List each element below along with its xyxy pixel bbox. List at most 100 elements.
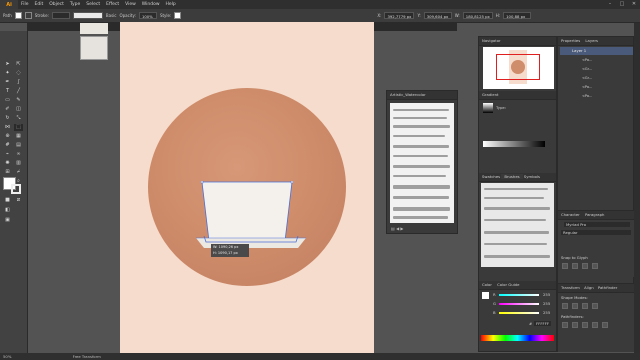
- current-tool-status[interactable]: Free Transform: [13, 354, 101, 359]
- library-menu-icon[interactable]: ▤: [391, 226, 395, 231]
- navigator-preview[interactable]: [483, 47, 554, 89]
- brush-stroke[interactable]: [393, 117, 447, 119]
- width-tool-icon[interactable]: ⋈: [3, 124, 12, 131]
- trim-icon[interactable]: [572, 322, 578, 328]
- menu-help[interactable]: Help: [163, 2, 179, 7]
- menu-file[interactable]: File: [18, 2, 32, 7]
- fill-swatch[interactable]: [14, 12, 22, 19]
- brush-stroke[interactable]: [393, 125, 450, 128]
- snap-option-icon[interactable]: [572, 263, 578, 269]
- tab-paragraph[interactable]: Paragraph: [581, 212, 604, 217]
- navigator-tab[interactable]: Navigator: [479, 37, 556, 46]
- y-field[interactable]: 309,604 px: [423, 12, 452, 19]
- brush-stroke[interactable]: [484, 243, 547, 245]
- brush-stroke[interactable]: [393, 109, 449, 111]
- screen-mode-icon[interactable]: ▣: [3, 217, 12, 224]
- tab-pathfinder[interactable]: Pathfinder: [595, 285, 617, 290]
- pen-tool-icon[interactable]: ✒: [3, 79, 12, 86]
- blend-tool-icon[interactable]: ∞: [14, 151, 23, 158]
- brush-stroke[interactable]: [393, 165, 450, 168]
- opacity-field[interactable]: 100%: [138, 12, 157, 19]
- brush-stroke[interactable]: [393, 196, 449, 199]
- layer-sublayer-row[interactable]: <Pa...: [560, 56, 633, 64]
- brush-stroke[interactable]: [393, 175, 446, 177]
- mesh-tool-icon[interactable]: #: [3, 142, 12, 149]
- snap-option-icon[interactable]: [582, 263, 588, 269]
- gradient-preview[interactable]: [483, 103, 493, 113]
- w-field[interactable]: 180,8125 px: [462, 12, 493, 19]
- scale-tool-icon[interactable]: ⤡: [14, 115, 23, 122]
- direct-selection-tool-icon[interactable]: ⇱: [14, 61, 23, 68]
- menu-edit[interactable]: Edit: [32, 2, 47, 7]
- exclude-icon[interactable]: [592, 303, 598, 309]
- next-library-icon[interactable]: ▶: [400, 226, 403, 231]
- brush-stroke[interactable]: [484, 197, 544, 199]
- brush-stroke[interactable]: [393, 216, 448, 219]
- close-button[interactable]: ✕: [628, 0, 640, 9]
- brush-stroke[interactable]: [484, 207, 550, 210]
- minimize-button[interactable]: –: [604, 0, 616, 9]
- shaper-tool-icon[interactable]: ✐: [3, 106, 12, 113]
- paintbrush-tool-icon[interactable]: ✎: [14, 97, 23, 104]
- column-graph-tool-icon[interactable]: ▥: [14, 160, 23, 167]
- maximize-button[interactable]: □: [616, 0, 628, 9]
- type-tool-icon[interactable]: T: [3, 88, 12, 95]
- none-mode-icon[interactable]: ⧄: [14, 197, 23, 204]
- layer-sublayer-row[interactable]: <Gr...: [560, 74, 633, 82]
- brush-stroke[interactable]: [484, 255, 550, 258]
- unite-icon[interactable]: [562, 303, 568, 309]
- tab-transform[interactable]: Transform: [561, 285, 580, 290]
- color-r-slider[interactable]: [499, 294, 539, 296]
- menu-view[interactable]: View: [122, 2, 139, 7]
- font-family-field[interactable]: Myriad Pro: [564, 222, 630, 227]
- tab-brushes[interactable]: Brushes: [501, 174, 523, 179]
- brush-stroke[interactable]: [393, 185, 450, 189]
- free-transform-tool-icon[interactable]: ⬚: [14, 124, 23, 131]
- gradient-tab[interactable]: Gradient: [479, 91, 556, 100]
- tab-properties[interactable]: Properties: [561, 38, 580, 43]
- tab-swatches[interactable]: Swatches: [482, 174, 500, 179]
- tab-symbols[interactable]: Symbols: [524, 174, 540, 179]
- zoom-level[interactable]: 50%: [0, 354, 11, 359]
- cup-illustration[interactable]: [201, 181, 293, 241]
- menu-window[interactable]: Window: [139, 2, 163, 7]
- navigator-view-box[interactable]: [496, 54, 540, 80]
- menu-type[interactable]: Type: [67, 2, 83, 7]
- color-spectrum[interactable]: [481, 335, 554, 341]
- shape-builder-tool-icon[interactable]: ⊕: [3, 133, 12, 140]
- curvature-tool-icon[interactable]: ∫: [14, 79, 23, 86]
- layer-row[interactable]: Layer 1: [560, 47, 633, 55]
- rotate-tool-icon[interactable]: ↻: [3, 115, 12, 122]
- brush-stroke[interactable]: [484, 231, 549, 234]
- snap-option-icon[interactable]: [562, 263, 568, 269]
- brush-definition[interactable]: Basic: [106, 13, 117, 18]
- draw-mode-icon[interactable]: ◧: [3, 207, 12, 214]
- brush-stroke[interactable]: [484, 188, 548, 190]
- stroke-color-box[interactable]: [11, 184, 21, 194]
- lasso-tool-icon[interactable]: ◌: [14, 70, 23, 77]
- variable-width-profile[interactable]: [72, 12, 103, 19]
- magic-wand-tool-icon[interactable]: ✦: [3, 70, 12, 77]
- outline-icon[interactable]: [602, 322, 608, 328]
- color-fill-box[interactable]: [482, 292, 489, 299]
- menu-effect[interactable]: Effect: [103, 2, 122, 7]
- hex-field[interactable]: FFFFFF: [534, 321, 552, 326]
- intersect-icon[interactable]: [582, 303, 588, 309]
- tab-character[interactable]: Character: [561, 212, 580, 217]
- color-r-value[interactable]: 255: [543, 292, 550, 297]
- layer-sublayer-row[interactable]: <Gr...: [560, 65, 633, 73]
- merge-icon[interactable]: [582, 322, 588, 328]
- gradient-tool-icon[interactable]: ▤: [14, 142, 23, 149]
- stroke-weight-field[interactable]: [51, 12, 70, 19]
- artboard-tool-icon[interactable]: ⊞: [3, 169, 12, 176]
- divide-icon[interactable]: [562, 322, 568, 328]
- color-g-value[interactable]: 255: [543, 301, 550, 306]
- brush-stroke[interactable]: [393, 155, 448, 157]
- vertical-scrollbar[interactable]: [634, 23, 640, 353]
- gradient-slider[interactable]: [483, 141, 545, 147]
- font-style-field[interactable]: Regular: [561, 230, 631, 235]
- selection-tool-icon[interactable]: ➤: [3, 61, 12, 68]
- brush-list[interactable]: [390, 103, 454, 223]
- slice-tool-icon[interactable]: ⌿: [14, 169, 23, 176]
- layer-sublayer-row[interactable]: <Pa...: [560, 92, 633, 100]
